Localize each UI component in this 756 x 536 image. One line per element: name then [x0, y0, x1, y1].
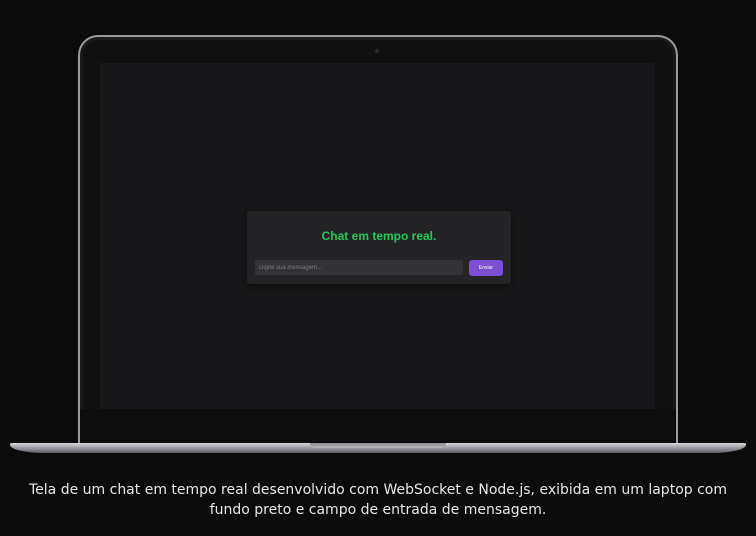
- screen-bezel-bottom: [80, 409, 676, 445]
- laptop-base-notch: [310, 443, 446, 448]
- chat-card: Chat em tempo real. Enviar: [247, 211, 511, 284]
- camera-icon: [375, 49, 379, 53]
- message-input[interactable]: [255, 260, 463, 275]
- image-caption: Tela de um chat em tempo real desenvolvi…: [29, 482, 727, 518]
- chat-title: Chat em tempo real.: [321, 229, 437, 243]
- send-button[interactable]: Enviar: [469, 260, 503, 276]
- page: Chat em tempo real. Enviar Tela de um ch…: [0, 0, 756, 536]
